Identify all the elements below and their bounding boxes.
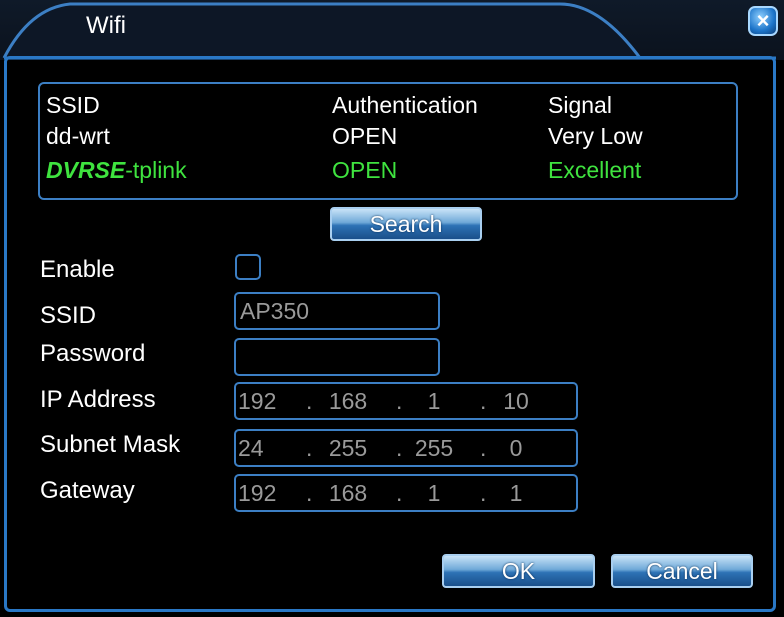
ip-address-field[interactable]: 192 . 168 . 1 . 10 [234,382,578,420]
mask-octet-2[interactable]: 255 [318,435,378,462]
mask-separator: . [396,435,403,461]
ssid-suffix-text: -tplink [125,157,187,183]
ok-button[interactable]: OK [442,554,595,588]
network-row-signal[interactable]: Very Low [548,123,643,150]
column-header-ssid: SSID [46,92,100,118]
network-row-ssid[interactable]: dd-wrt [46,123,110,150]
mask-octet-1[interactable]: 24 [238,435,298,462]
network-row-authentication[interactable]: OPEN [332,123,397,150]
ip-separator: . [396,388,403,414]
password-field[interactable] [234,338,440,376]
network-row-ssid[interactable]: DVRSE-tplink [46,157,187,184]
wifi-network-list: SSID Authentication Signal dd-wrt OPEN V… [38,82,738,200]
gateway-octet-3[interactable]: 1 [404,480,464,507]
close-icon: × [756,8,770,33]
enable-label: Enable [40,256,115,283]
ip-address-label: IP Address [40,386,156,413]
ip-octet-3[interactable]: 1 [404,388,464,415]
wifi-dialog: Wifi × SSID Authentication Signal dd-wrt… [0,0,784,617]
close-button[interactable]: × [748,6,778,36]
gateway-label: Gateway [40,477,135,504]
ip-octet-1[interactable]: 192 [238,388,298,415]
window-title: Wifi [86,12,126,39]
column-header-signal: Signal [548,92,612,118]
ip-separator: . [306,388,313,414]
cancel-button[interactable]: Cancel [611,554,753,588]
mask-octet-3[interactable]: 255 [404,435,464,462]
ssid-label: SSID [40,302,97,329]
network-row-authentication[interactable]: OPEN [332,157,397,184]
gateway-separator: . [396,480,403,506]
ssid-brand-text: DVRSE [46,157,126,183]
ssid-field[interactable]: AP350 [234,292,440,330]
gateway-octet-2[interactable]: 168 [318,480,378,507]
title-bar: Wifi [0,0,784,60]
password-label: Password [40,340,146,367]
column-header-authentication: Authentication [332,92,478,118]
gateway-octet-1[interactable]: 192 [238,480,298,507]
gateway-octet-4[interactable]: 1 [486,480,546,507]
gateway-separator: . [306,480,313,506]
mask-separator: . [306,435,313,461]
mask-octet-4[interactable]: 0 [486,435,546,462]
ip-octet-2[interactable]: 168 [318,388,378,415]
enable-checkbox[interactable] [235,254,261,280]
subnet-mask-label: Subnet Mask [40,431,181,458]
ip-octet-4[interactable]: 10 [486,388,546,415]
network-row-signal[interactable]: Excellent [548,157,641,184]
gateway-field[interactable]: 192 . 168 . 1 . 1 [234,474,578,512]
search-button[interactable]: Search [330,207,482,241]
subnet-mask-field[interactable]: 24 . 255 . 255 . 0 [234,429,578,467]
